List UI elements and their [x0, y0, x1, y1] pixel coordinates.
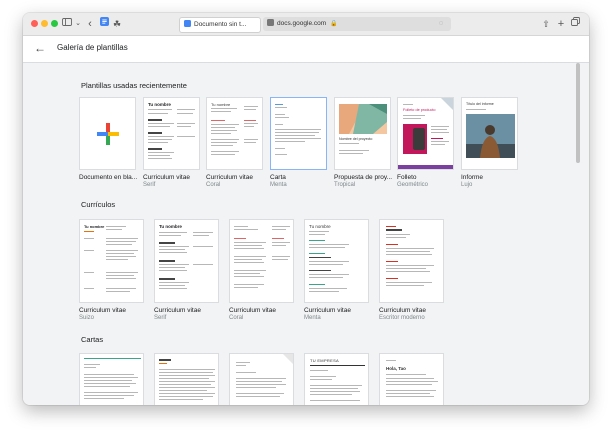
template-name: Curriculum vitae — [304, 307, 351, 314]
phone-image — [413, 128, 425, 150]
tropical-graphic — [339, 104, 387, 134]
address-text: docs.google.com — [277, 20, 327, 27]
template-variant: Serif — [154, 315, 167, 321]
close-window-button[interactable] — [31, 20, 38, 27]
template-variant: Escritor moderno — [379, 315, 425, 321]
template-variant: Tropical — [334, 182, 356, 188]
address-bar[interactable]: docs.google.com 🔒 ◌ — [263, 17, 451, 31]
template-gallery: Plantillas usadas recientemente Document… — [23, 63, 589, 405]
template-name: Curriculum vitae — [154, 307, 201, 314]
tab-overview-icon[interactable] — [570, 17, 580, 31]
section-title-letters: Cartas — [81, 335, 104, 344]
thumb-heading: Hola, Tao — [386, 366, 406, 371]
browser-toolbar: ⌄ ‹ ☘ Documento sin t... docs.google.com… — [23, 13, 589, 36]
chevron-down-icon[interactable]: ⌄ — [74, 17, 82, 31]
docs-icon — [184, 20, 191, 28]
template-name: Documento en bla... — [79, 174, 138, 181]
sidebar-icon[interactable] — [61, 17, 73, 31]
app-bar: ← Galería de plantillas — [23, 36, 589, 63]
template-variant: Coral — [229, 315, 244, 321]
site-icon — [267, 19, 274, 27]
minimize-window-button[interactable] — [41, 20, 48, 27]
template-name: Curriculum vitae — [79, 307, 126, 314]
thumb-heading: Tu nombre — [309, 224, 331, 229]
back-arrow-icon[interactable]: ← — [32, 40, 48, 56]
thumb-heading: Tu nombre — [148, 102, 171, 107]
thumb-heading: Título del informe — [466, 102, 494, 106]
shield-icon[interactable]: ◌ — [439, 17, 443, 31]
browser-window: ⌄ ‹ ☘ Documento sin t... docs.google.com… — [23, 13, 589, 405]
template-variant: Coral — [206, 182, 221, 188]
thumb-heading: Tu nombre — [159, 224, 182, 229]
scrollbar-thumb[interactable] — [576, 63, 580, 163]
template-variant: Suizo — [79, 315, 95, 321]
thumb-heading: Tu nombre — [84, 224, 105, 229]
corner-shape — [441, 98, 453, 110]
back-nav-icon[interactable]: ‹ — [85, 17, 95, 31]
template-name: Curriculum vitae — [143, 174, 190, 181]
template-name: Curriculum vitae — [229, 307, 276, 314]
template-variant: Menta — [304, 315, 321, 321]
footer-band — [398, 165, 453, 169]
template-variant: Menta — [270, 182, 287, 188]
template-name: Curriculum vitae — [379, 307, 426, 314]
new-tab-icon[interactable]: + — [556, 17, 566, 31]
section-title-cv: Currículos — [81, 200, 116, 209]
template-name: Propuesta de proy... — [334, 174, 393, 181]
page-title: Galería de plantillas — [57, 43, 128, 52]
section-title-recent: Plantillas usadas recientemente — [81, 81, 187, 90]
docs-extension-icon[interactable] — [99, 17, 109, 31]
tab-label: Documento sin t... — [194, 21, 247, 28]
plus-icon — [97, 123, 119, 145]
template-name: Curriculum vitae — [206, 174, 253, 181]
zoom-window-button[interactable] — [51, 20, 58, 27]
thumb-heading: Tu nombre — [211, 102, 231, 107]
template-name: Folleto — [397, 174, 417, 181]
thumb-heading: Nombre del proyecto — [339, 137, 373, 141]
template-variant: Geométrico — [397, 182, 429, 188]
corner-shape — [283, 354, 293, 364]
thumb-heading: Folleto de producto — [403, 108, 436, 112]
thumb-heading: TU EMPRESA — [310, 358, 340, 363]
share-icon[interactable]: ⇧ — [541, 17, 551, 31]
extension-icon[interactable]: ☘ — [111, 17, 123, 31]
template-variant: Serif — [143, 182, 156, 188]
template-name: Carta — [270, 174, 286, 181]
report-photo — [466, 114, 515, 158]
template-name: Informe — [461, 174, 484, 181]
template-variant: Lujo — [461, 182, 473, 188]
lock-icon: 🔒 — [329, 21, 338, 27]
tab-documento[interactable]: Documento sin t... — [179, 17, 261, 33]
